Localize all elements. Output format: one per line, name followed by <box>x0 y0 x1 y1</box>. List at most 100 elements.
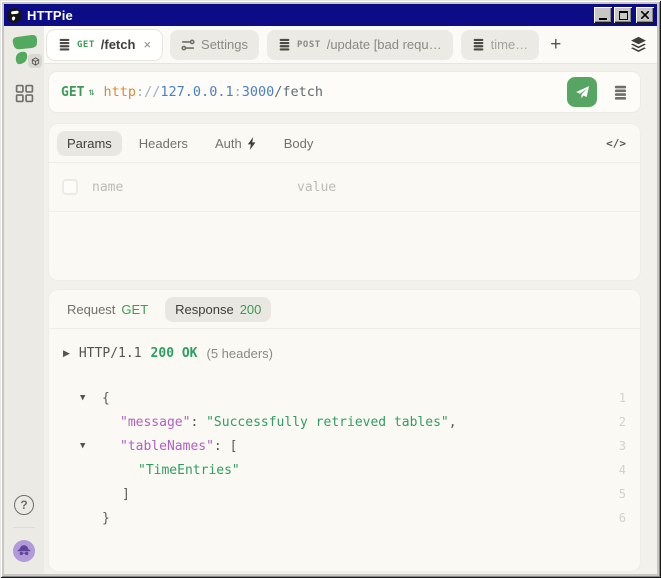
maximize-button[interactable] <box>614 7 632 23</box>
param-enabled-checkbox[interactable] <box>62 179 78 195</box>
json-token: ] <box>49 487 130 502</box>
minimize-button[interactable] <box>594 7 612 23</box>
close-icon <box>641 11 649 19</box>
app-window: HTTPie <box>0 0 661 578</box>
user-avatar[interactable] <box>13 540 35 562</box>
sidebar: ? <box>4 26 44 574</box>
url-path: /fetch <box>274 84 323 100</box>
httpie-logo <box>10 34 38 66</box>
tab-headers[interactable]: Headers <box>129 131 198 156</box>
json-token: [ <box>230 439 238 454</box>
app-icon <box>7 8 22 23</box>
tab-body-label: Body <box>284 136 314 151</box>
paper-plane-icon <box>575 85 590 100</box>
help-button[interactable]: ? <box>14 495 34 515</box>
url-separator: :// <box>136 84 160 100</box>
status-code: 200 OK <box>151 346 198 361</box>
fold-expand-icon[interactable]: ▼ <box>80 393 85 403</box>
environment-badge[interactable] <box>28 54 42 68</box>
settings-sliders-icon <box>181 38 195 52</box>
help-icon: ? <box>20 498 27 512</box>
tab-request[interactable]: Request GET <box>57 297 158 322</box>
tab-label: time… <box>491 37 529 52</box>
json-string: "Successfully retrieved tables" <box>206 415 449 430</box>
tab-response[interactable]: Response 200 <box>165 297 271 322</box>
request-editor-panel: Params Headers Auth Body <box>49 124 640 280</box>
tab-headers-label: Headers <box>139 136 188 151</box>
tab-request-method: GET <box>121 302 148 317</box>
tab-auth-label: Auth <box>215 136 242 151</box>
param-value-input[interactable]: value <box>297 180 336 195</box>
response-panel: Request GET Response 200 ▶ HTTP/1.1 200 … <box>49 290 640 571</box>
tab-auth[interactable]: Auth <box>205 131 267 156</box>
tab-label: /fetch <box>101 37 136 52</box>
fold-expand-icon[interactable]: ▼ <box>80 441 85 451</box>
sidebar-divider <box>13 527 35 528</box>
json-line: } 6 <box>49 506 640 530</box>
send-button[interactable] <box>567 77 597 107</box>
tab-label: /update [bad requ… <box>327 37 442 52</box>
json-token: : <box>190 415 206 430</box>
request-options-button[interactable] <box>606 78 634 106</box>
layers-icon <box>630 36 647 53</box>
url-input[interactable]: http://127.0.0.1:3000/fetch <box>104 84 558 100</box>
json-line: ] 5 <box>49 482 640 506</box>
json-line: ▼ { 1 <box>49 386 640 410</box>
tab-overview-button[interactable] <box>630 36 647 53</box>
collection-icon <box>472 38 485 51</box>
request-editor-tabs: Params Headers Auth Body <box>49 124 640 163</box>
json-line: ▼ "tableNames": [ 3 <box>49 434 640 458</box>
method-select[interactable]: GET ⇅ <box>61 85 95 100</box>
url-scheme: http <box>104 84 137 100</box>
close-tab-icon[interactable]: × <box>143 37 151 52</box>
line-number: 6 <box>619 511 626 525</box>
tab-get-fetch[interactable]: GET /fetch × <box>47 30 162 60</box>
package-cube-icon <box>31 57 40 66</box>
line-number: 2 <box>619 415 626 429</box>
protocol: HTTP/1.1 <box>79 346 142 361</box>
content-area: GET ⇅ http://127.0.0.1:3000/fetch <box>44 64 657 574</box>
json-key: "tableNames" <box>120 439 214 454</box>
param-row: name value <box>49 163 640 212</box>
line-number: 5 <box>619 487 626 501</box>
line-number: 4 <box>619 463 626 477</box>
url-port: 3000 <box>242 84 275 100</box>
tab-settings[interactable]: Settings <box>170 30 259 60</box>
workspaces-grid-button[interactable] <box>13 82 35 104</box>
tab-request-label: Request <box>67 302 115 317</box>
bolt-icon <box>247 137 257 150</box>
response-body: ▼ { 1 "message": "Successfully retrieved… <box>49 386 640 530</box>
tab-body[interactable]: Body <box>274 131 324 156</box>
json-string: "TimeEntries" <box>49 463 240 478</box>
json-token: : <box>214 439 230 454</box>
response-panel-tabs: Request GET Response 200 <box>49 290 640 329</box>
window-titlebar[interactable]: HTTPie <box>4 4 657 26</box>
maximize-icon <box>619 11 628 20</box>
close-button[interactable] <box>636 7 654 23</box>
tab-response-status: 200 <box>240 302 262 317</box>
request-url-bar: GET ⇅ http://127.0.0.1:3000/fetch <box>49 72 640 112</box>
tab-params[interactable]: Params <box>57 131 122 156</box>
url-port-colon: : <box>234 84 242 100</box>
response-status-line: ▶ HTTP/1.1 200 OK (5 headers) <box>49 329 640 361</box>
tab-method: GET <box>77 40 95 50</box>
tab-time[interactable]: time… <box>461 30 540 60</box>
tab-method: POST <box>297 40 321 50</box>
window-title: HTTPie <box>27 8 73 23</box>
new-tab-button[interactable]: + <box>547 35 564 54</box>
tab-post-update[interactable]: POST /update [bad requ… <box>267 30 453 60</box>
collection-icon <box>58 38 71 51</box>
param-name-input[interactable]: name <box>92 180 297 195</box>
json-line: "TimeEntries" 4 <box>49 458 640 482</box>
line-number: 1 <box>619 391 626 405</box>
grid-icon <box>15 84 34 103</box>
headers-collapse-icon[interactable]: ▶ <box>63 348 70 359</box>
method-value: GET <box>61 85 84 100</box>
tab-params-label: Params <box>67 136 112 151</box>
url-host: 127.0.0.1 <box>160 84 233 100</box>
json-token: } <box>49 511 110 526</box>
tab-response-label: Response <box>175 302 234 317</box>
code-view-icon[interactable]: </> <box>606 137 626 150</box>
json-token: , <box>449 415 457 430</box>
json-line: "message": "Successfully retrieved table… <box>49 410 640 434</box>
